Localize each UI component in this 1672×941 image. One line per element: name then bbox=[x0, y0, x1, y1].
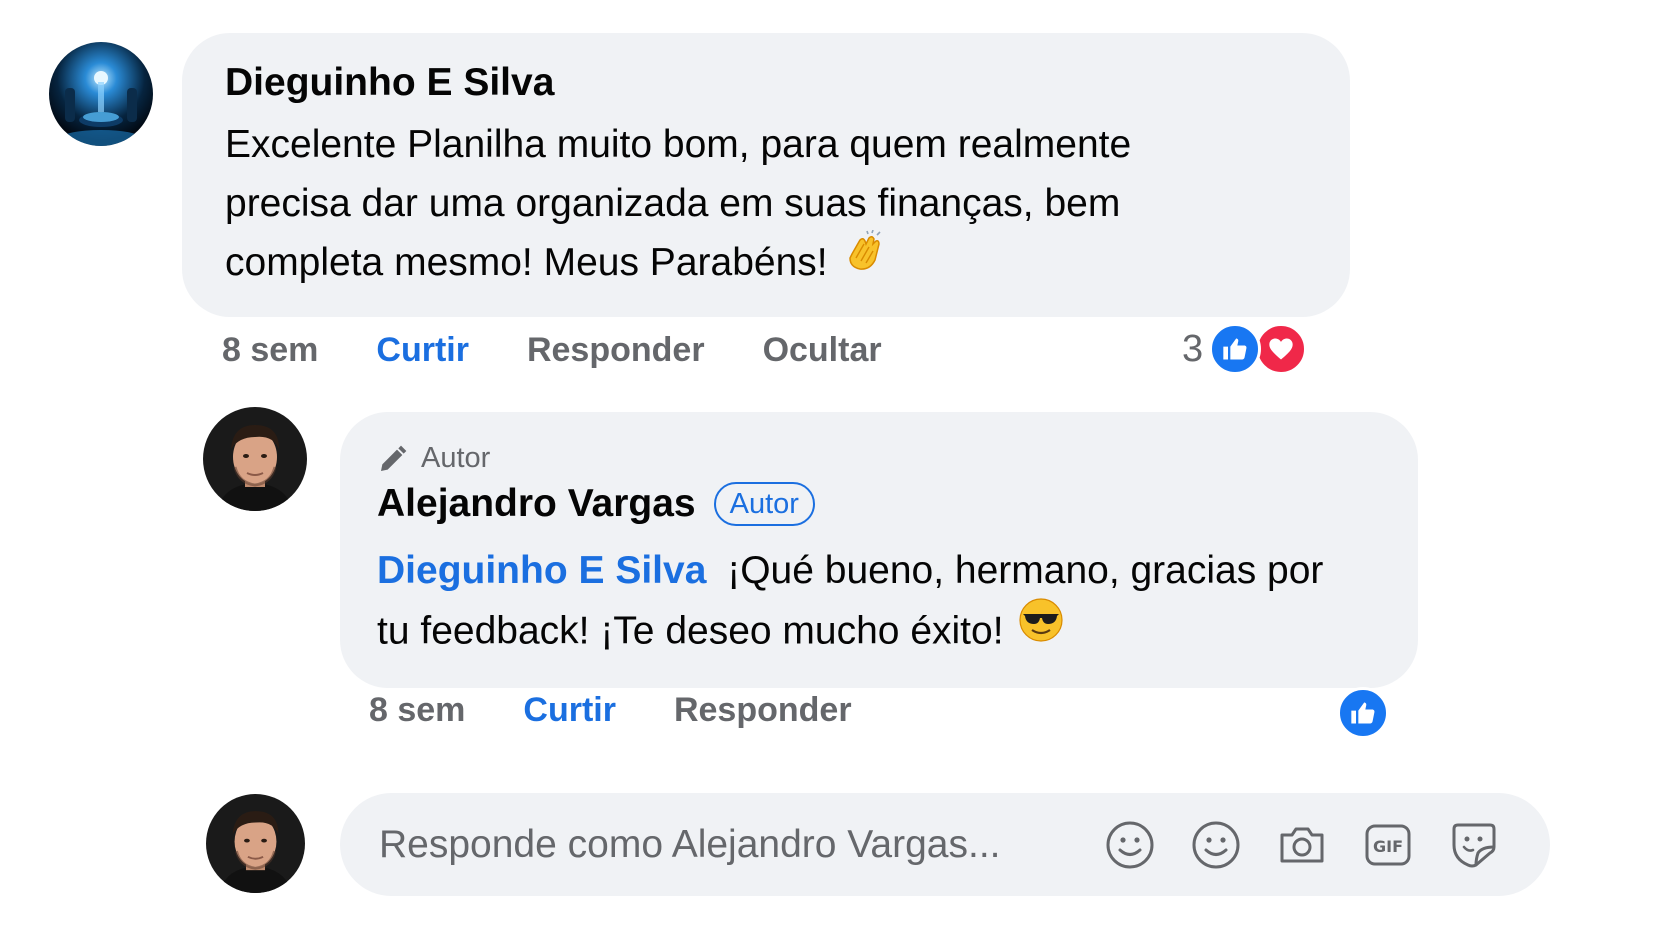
reaction-count: 3 bbox=[1182, 327, 1204, 370]
reply-button[interactable]: Responder bbox=[527, 331, 705, 370]
reply-text-line: tu feedback! ¡Te deseo mucho éxito! bbox=[377, 609, 1004, 653]
reply-text: Dieguinho E Silva ¡Qué bueno, hermano, g… bbox=[377, 541, 1418, 665]
emoji-icon[interactable] bbox=[1104, 819, 1156, 871]
comment-text-line-3: completa mesmo! Meus Parabéns! bbox=[225, 229, 1350, 295]
like-button[interactable]: Curtir bbox=[523, 691, 616, 730]
comment-text-line: precisa dar uma organizada em suas finan… bbox=[225, 182, 1121, 225]
smiley-icon[interactable] bbox=[1190, 819, 1242, 871]
gif-icon[interactable]: GIF bbox=[1362, 819, 1414, 871]
clapping-hands-emoji bbox=[842, 229, 886, 291]
reply-bubble: Autor Alejandro Vargas Autor Dieguinho E… bbox=[340, 412, 1418, 688]
like-icon bbox=[1337, 687, 1389, 739]
comment-text: Excelente Planilha muito bom, para quem … bbox=[225, 115, 1350, 295]
sticker-icon[interactable] bbox=[1448, 819, 1500, 871]
composer-icons: GIF bbox=[1070, 819, 1500, 871]
current-user-avatar bbox=[206, 794, 305, 893]
reply-author-name[interactable]: Alejandro Vargas bbox=[377, 481, 696, 527]
reply-timestamp[interactable]: 8 sem bbox=[369, 691, 465, 730]
hide-button[interactable]: Ocultar bbox=[763, 331, 882, 370]
love-icon bbox=[1255, 323, 1308, 375]
comment-timestamp[interactable]: 8 sem bbox=[222, 331, 318, 370]
like-button[interactable]: Curtir bbox=[376, 331, 469, 370]
reply-input[interactable] bbox=[377, 821, 1081, 868]
camera-icon[interactable] bbox=[1276, 819, 1328, 871]
reaction-summary[interactable]: 3 bbox=[1182, 323, 1308, 375]
author-label-row: Autor bbox=[377, 442, 1418, 475]
comment-actions: 8 sem Curtir Responder Ocultar bbox=[222, 325, 940, 375]
comment-text-line: completa mesmo! Meus Parabéns! bbox=[225, 241, 828, 284]
reply-composer: GIF bbox=[340, 793, 1550, 896]
reply-name-row: Alejandro Vargas Autor bbox=[377, 481, 1418, 527]
comment-bubble: Dieguinho E Silva Excelente Planilha mui… bbox=[182, 33, 1350, 317]
author-badge: Autor bbox=[713, 482, 815, 526]
like-icon bbox=[1209, 323, 1262, 375]
author-avatar[interactable] bbox=[203, 407, 307, 511]
reply-button[interactable]: Responder bbox=[674, 691, 852, 730]
comment-author-name[interactable]: Dieguinho E Silva bbox=[225, 60, 1350, 106]
author-label: Autor bbox=[421, 442, 491, 474]
comment-text-line: Excelente Planilha muito bom, para quem … bbox=[225, 123, 1132, 166]
pencil-icon bbox=[381, 445, 407, 471]
svg-text:GIF: GIF bbox=[1373, 837, 1403, 856]
sunglasses-emoji bbox=[1018, 597, 1064, 661]
mention-link[interactable]: Dieguinho E Silva bbox=[377, 549, 706, 592]
reply-text-line: ¡Qué bueno, hermano, gracias por bbox=[727, 549, 1324, 592]
reply-reaction-summary[interactable] bbox=[1337, 687, 1389, 739]
commenter-avatar[interactable] bbox=[49, 42, 153, 146]
reply-actions: 8 sem Curtir Responder bbox=[369, 685, 910, 735]
